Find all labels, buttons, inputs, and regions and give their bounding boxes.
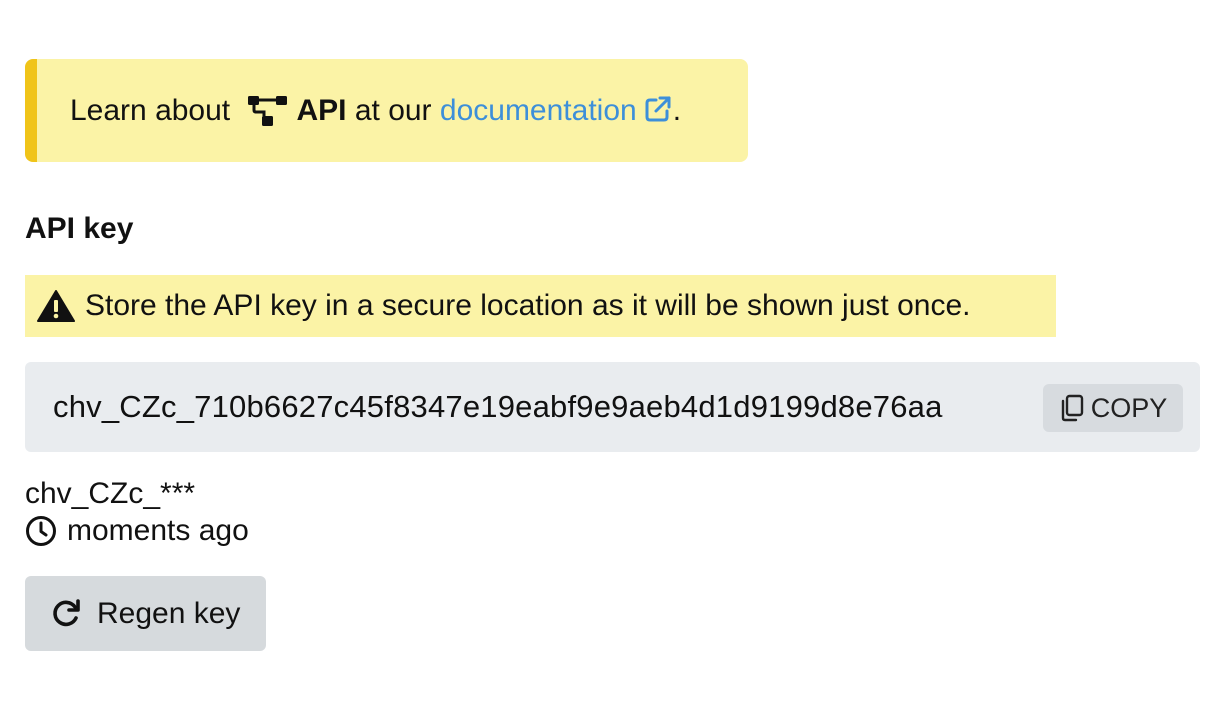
api-key-heading: API key	[25, 212, 134, 245]
redo-icon	[53, 598, 80, 626]
api-docs-callout: Learn about API at our documentation .	[25, 59, 748, 162]
regen-key-button[interactable]: Regen key	[25, 576, 266, 651]
callout-suffix-text: .	[672, 93, 682, 127]
copy-button[interactable]: COPY	[1043, 384, 1183, 432]
api-key-created: moments ago	[25, 514, 249, 548]
api-key-masked: chv_CZc_***	[25, 477, 196, 510]
callout-prefix-text: Learn about	[70, 93, 239, 127]
clock-icon	[26, 516, 56, 546]
api-key-display: chv_CZc_710b6627c45f8347e19eabf9e9aeb4d1…	[25, 362, 1200, 452]
documentation-link-label[interactable]: documentation	[440, 94, 637, 127]
external-link-icon[interactable]	[643, 94, 673, 124]
documentation-link[interactable]: documentation	[440, 94, 673, 128]
copy-button-label: COPY	[1090, 392, 1168, 423]
api-network-icon	[248, 95, 288, 126]
warning-text: Store the API key in a secure location a…	[85, 289, 971, 322]
regen-key-label[interactable]: Regen key	[97, 597, 240, 631]
api-key-value[interactable]: chv_CZc_710b6627c45f8347e19eabf9e9aeb4d1…	[53, 389, 1043, 425]
warning-triangle-icon	[37, 290, 75, 322]
callout-middle-text: at our	[346, 93, 440, 127]
api-key-warning: Store the API key in a secure location a…	[25, 275, 1056, 337]
copy-icon	[1061, 394, 1083, 422]
api-label: API	[296, 93, 347, 127]
api-settings-page: Learn about API at our documentation . A…	[0, 0, 1230, 710]
created-time: moments ago	[67, 514, 249, 547]
